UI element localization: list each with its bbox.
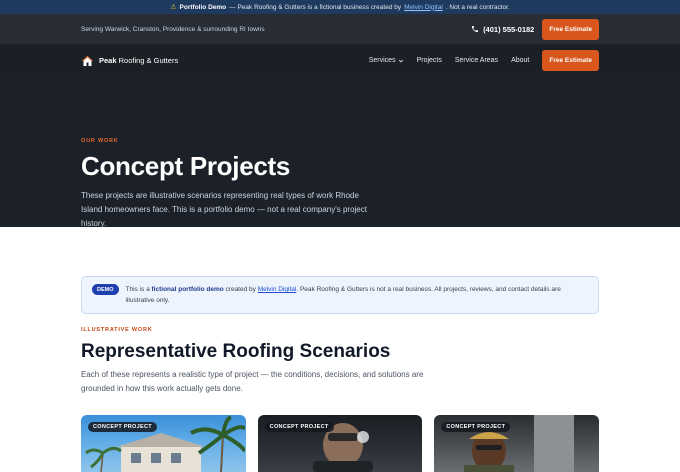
free-estimate-button-top[interactable]: Free Estimate	[542, 18, 599, 40]
section-description: Each of these represents a realistic typ…	[81, 370, 424, 393]
melvin-digital-link[interactable]: Melvin Digital	[404, 4, 443, 11]
project-card[interactable]: CONCEPT PROJECT	[257, 415, 423, 472]
card-badge: CONCEPT PROJECT	[441, 422, 511, 432]
warning-icon: ⚠	[170, 4, 177, 11]
section-eyebrow: ILLUSTRATIVE WORK	[81, 327, 153, 333]
content-section: DEMO This is a fictional portfolio demo …	[0, 227, 680, 472]
project-card[interactable]: CONCEPT PROJECT	[434, 415, 600, 472]
demo-notice-text: This is a fictional portfolio demo creat…	[125, 286, 561, 304]
demo-badge: DEMO	[92, 284, 119, 295]
notice-bold: fictional portfolio demo	[151, 286, 224, 293]
main-nav: Peak Roofing & Gutters Services Projects…	[0, 45, 680, 76]
phone-icon	[472, 26, 479, 32]
phone-number: (401) 555-0182	[483, 24, 535, 34]
project-cards: CONCEPT PROJECT CONCEPT PROJECT CONCEPT …	[81, 415, 600, 472]
demo-banner-bold: Portfolio Demo	[179, 3, 227, 11]
demo-banner-text-end: . Not a real contractor.	[445, 3, 510, 11]
page-title: Concept Projects	[81, 151, 291, 181]
brand-logo[interactable]: Peak Roofing & Gutters	[81, 55, 178, 67]
section-title: Representative Roofing Scenarios	[81, 341, 391, 362]
nav-projects[interactable]: Projects	[417, 57, 442, 64]
nav-about[interactable]: About	[511, 57, 529, 64]
nav-links: Services Projects Service Areas About Fr…	[369, 50, 599, 71]
demo-banner: ⚠ Portfolio Demo — Peak Roofing & Gutter…	[0, 0, 680, 14]
hero-description: These projects are illustrative scenario…	[81, 191, 367, 228]
free-estimate-button-nav[interactable]: Free Estimate	[542, 50, 599, 71]
top-bar: Serving Warwick, Cranston, Providence & …	[0, 14, 680, 45]
hero-section: OUR WORK Concept Projects These projects…	[0, 76, 680, 228]
card-badge: CONCEPT PROJECT	[264, 422, 334, 432]
demo-notice: DEMO This is a fictional portfolio demo …	[81, 276, 599, 314]
brand-name: Peak Roofing & Gutters	[99, 56, 179, 65]
demo-banner-text: — Peak Roofing & Gutters is a fictional …	[229, 3, 402, 11]
hero-eyebrow: OUR WORK	[81, 138, 119, 144]
card-badge: CONCEPT PROJECT	[88, 422, 157, 432]
service-area-text: Serving Warwick, Cranston, Providence & …	[81, 25, 265, 33]
project-card[interactable]: CONCEPT PROJECT	[81, 415, 246, 472]
top-bar-actions: (401) 555-0182 Free Estimate	[471, 18, 599, 40]
phone-link[interactable]: (401) 555-0182	[471, 25, 534, 34]
chevron-down-icon	[398, 59, 403, 62]
nav-services[interactable]: Services	[369, 57, 404, 64]
house-icon	[82, 55, 93, 66]
notice-melvin-link[interactable]: Melvin Digital	[258, 286, 297, 293]
nav-service-areas[interactable]: Service Areas	[455, 57, 498, 64]
